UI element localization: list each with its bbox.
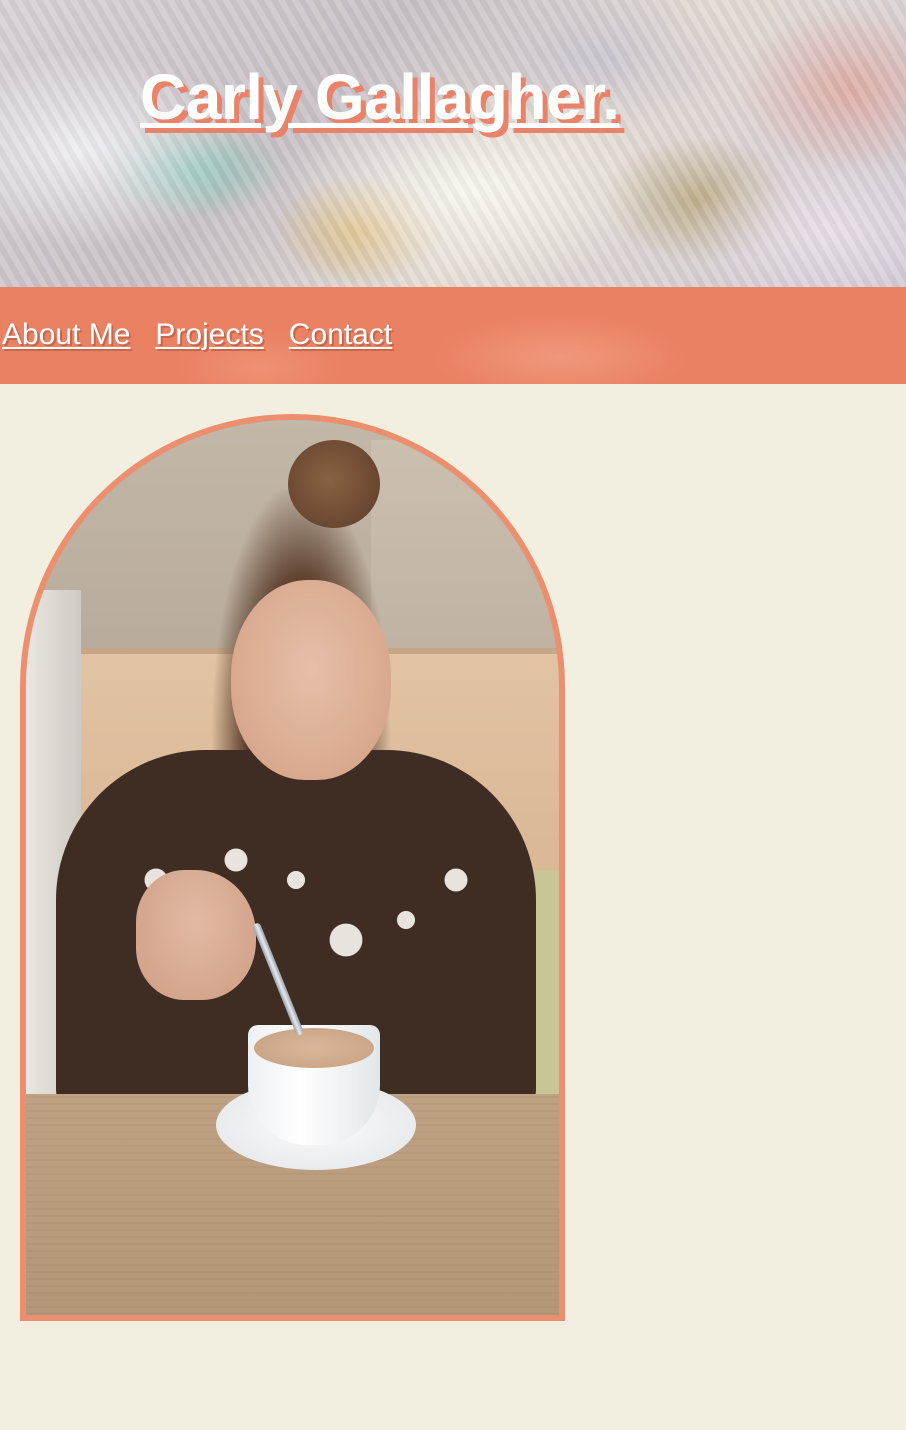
portrait-frame <box>20 414 565 1321</box>
photo-hand <box>136 870 256 1000</box>
nav-links: About Me Projects Contact <box>2 318 392 352</box>
photo-wall-panel <box>371 440 559 660</box>
nav-bar: About Me Projects Contact <box>0 287 906 384</box>
photo-hair-bun <box>288 440 380 528</box>
portrait-photo <box>26 420 559 1315</box>
photo-coffee <box>254 1028 374 1068</box>
nav-link-projects[interactable]: Projects <box>155 318 263 352</box>
nav-link-contact[interactable]: Contact <box>289 318 392 352</box>
photo-face <box>231 580 391 780</box>
hero-banner: Carly Gallagher. <box>0 0 906 287</box>
nav-link-about-me[interactable]: About Me <box>2 318 130 352</box>
site-title[interactable]: Carly Gallagher. <box>140 62 620 133</box>
